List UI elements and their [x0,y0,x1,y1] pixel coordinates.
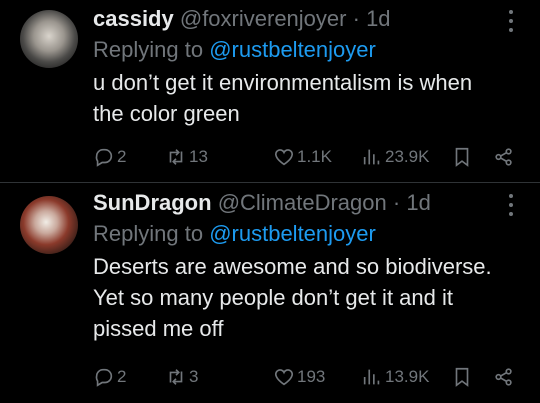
like-icon [274,149,294,166]
share-button[interactable] [493,362,515,392]
views-icon [363,369,380,385]
tweet-text-line: u don’t get it environmentalism is when [93,70,473,95]
tweet-header: cassidy @foxriverenjoyer · 1d [93,4,391,34]
bookmark-button[interactable] [451,362,473,392]
display-name[interactable]: cassidy [93,6,174,31]
timestamp[interactable]: 1d [366,6,390,31]
share-button[interactable] [493,142,515,172]
share-icon [495,368,512,386]
tweet-divider [0,182,540,183]
tweet-text-line: Deserts are awesome and so biodiverse. [93,254,492,279]
retweet-icon [169,149,183,165]
separator-dot: · [352,6,360,31]
retweet-icon [169,369,183,385]
bookmark-button[interactable] [451,142,473,172]
reply-count: 2 [117,147,127,166]
reply-button[interactable]: 2 [93,142,126,172]
replying-to: Replying to @rustbeltenjoyer [93,35,376,65]
more-icon[interactable] [508,10,514,32]
reply-icon [95,368,113,387]
tweet-text-line: the color green [93,101,240,126]
retweet-count: 13 [189,147,208,166]
retweet-button[interactable]: 3 [165,362,198,392]
tweet-text-line: Yet so many people don’t get it and it [93,285,453,310]
like-icon [274,369,294,386]
tweet-text: u don’t get it environmentalism is when … [93,67,523,129]
tweet-text-line: pissed me off [93,316,224,341]
replying-to-handle[interactable]: @rustbeltenjoyer [209,221,376,246]
reply-count: 2 [117,367,127,386]
tweet[interactable]: cassidy @foxriverenjoyer · 1d Replying t… [0,0,540,182]
like-count: 1.1K [297,147,332,166]
bookmark-icon [455,367,469,387]
action-bar: 2 3 193 13.9K [93,362,523,392]
user-handle[interactable]: @foxriverenjoyer [180,6,347,31]
avatar[interactable] [20,10,78,68]
separator-dot: · [392,190,401,215]
reply-button[interactable]: 2 [93,362,126,392]
views-icon [363,149,380,165]
view-count: 23.9K [385,147,430,166]
timestamp[interactable]: 1d [406,190,430,215]
replying-to-label: Replying to [93,37,204,62]
tweet-text: Deserts are awesome and so biodiverse. Y… [93,251,523,344]
tweet[interactable]: SunDragon @ClimateDragon · 1d Replying t… [0,184,540,403]
views-button[interactable]: 23.9K [361,142,429,172]
replying-to: Replying to @rustbeltenjoyer [93,219,376,249]
reply-icon [95,148,113,167]
tweet-header: SunDragon @ClimateDragon · 1d [93,188,431,218]
views-button[interactable]: 13.9K [361,362,429,392]
like-count: 193 [297,367,326,386]
share-icon [495,148,512,166]
retweet-button[interactable]: 13 [165,142,208,172]
replying-to-handle[interactable]: @rustbeltenjoyer [209,37,376,62]
bookmark-icon [455,147,469,167]
retweet-count: 3 [189,367,199,386]
display-name[interactable]: SunDragon [93,190,212,215]
avatar[interactable] [20,196,78,254]
like-button[interactable]: 1.1K [273,142,332,172]
like-button[interactable]: 193 [273,362,325,392]
view-count: 13.9K [385,367,430,386]
user-handle[interactable]: @ClimateDragon [218,190,387,215]
action-bar: 2 13 1.1K 23.9K [93,142,523,172]
replying-to-label: Replying to [93,221,204,246]
more-icon[interactable] [508,194,514,216]
